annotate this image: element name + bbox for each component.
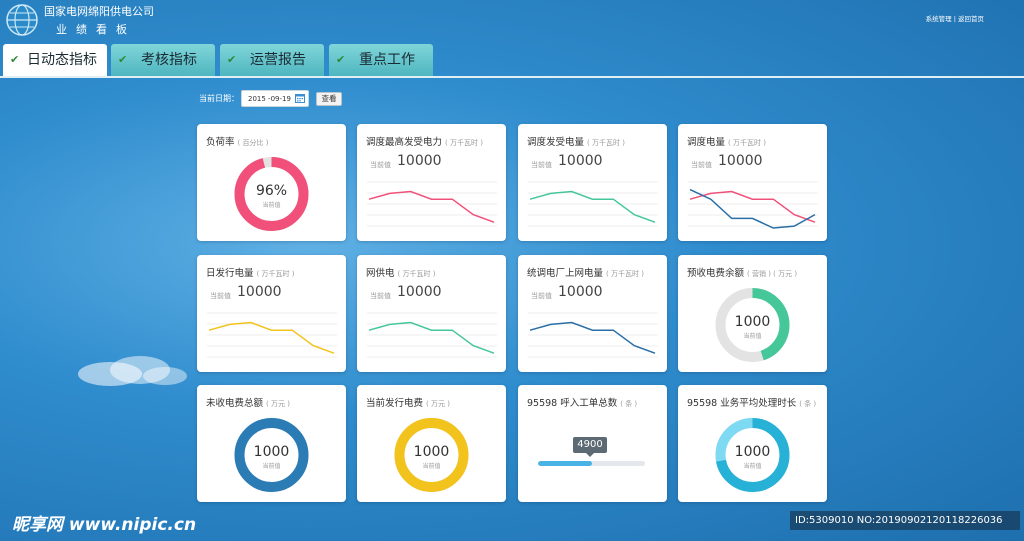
donut-center: 1000 当前值 — [678, 314, 827, 340]
kpi-card: 调度发受电量( 万千瓦时 ) 当前值 10000 — [518, 124, 667, 241]
kpi-card: 负荷率( 百分比 ) 96% 当前值 — [197, 124, 346, 241]
check-icon: ✔ — [10, 53, 20, 66]
calendar-icon[interactable] — [295, 93, 305, 103]
tab-daily-indicators[interactable]: ✔ 日动态指标 — [3, 44, 107, 77]
series-line — [368, 190, 495, 223]
donut-value: 96% — [255, 183, 288, 199]
donut-center: 1000 当前值 — [357, 444, 506, 470]
progress-track — [538, 461, 645, 466]
donut-value-label: 当前值 — [743, 333, 762, 340]
card-chart — [367, 312, 497, 358]
series-line — [368, 321, 495, 354]
card-chart — [207, 312, 337, 358]
card-chart — [367, 181, 497, 227]
check-icon: ✔ — [336, 53, 346, 66]
progress-fill — [538, 461, 592, 466]
series-line — [529, 190, 656, 223]
donut-value-label: 当前值 — [743, 463, 762, 470]
image-id-bar: ID:5309010 NO:20190902120118226036 — [790, 511, 1020, 530]
card-unit: ( 条 ) — [620, 400, 638, 408]
link-separator: | — [953, 15, 956, 23]
kpi-card: 调度最高发受电力( 万千瓦时 ) 当前值 10000 — [357, 124, 506, 241]
kpi-card: 统调电厂上网电量( 万千瓦时 ) 当前值 10000 — [518, 255, 667, 372]
watermark-brand: 昵享网 www.nipic.cn — [12, 515, 197, 535]
check-icon: ✔ — [227, 53, 237, 66]
card-chart — [528, 181, 658, 227]
kpi-card: 预收电费余额( 营销 ) ( 万元 ) 1000 当前值 — [678, 255, 827, 372]
check-icon: ✔ — [118, 53, 128, 66]
series-line — [689, 188, 816, 229]
system-admin-link[interactable]: 系统管理 — [926, 15, 952, 23]
kpi-card: 调度电量( 万千瓦时 ) 当前值 10000 — [678, 124, 827, 241]
tab-label: 考核指标 — [141, 52, 197, 68]
card-chart — [688, 181, 818, 229]
card-chart — [528, 312, 658, 358]
kpi-card: 当前发行电费( 万元 ) 1000 当前值 — [357, 385, 506, 502]
donut-value-label: 当前值 — [422, 463, 441, 470]
donut-value: 1000 — [734, 314, 771, 330]
date-label: 当前日期： — [199, 94, 239, 103]
kpi-card: 日发行电量( 万千瓦时 ) 当前值 10000 — [197, 255, 346, 372]
donut-center: 1000 当前值 — [197, 444, 346, 470]
tab-operation-report[interactable]: ✔ 运营报告 — [220, 44, 324, 76]
globe-logo-icon — [6, 4, 38, 36]
company-name: 国家电网绵阳供电公司 — [44, 5, 154, 18]
donut-center: 1000 当前值 — [678, 444, 827, 470]
tab-label: 日动态指标 — [27, 52, 97, 68]
kpi-card: 95598 业务平均处理时长( 条 ) 1000 当前值 — [678, 385, 827, 502]
progress-tooltip: 4900 — [573, 437, 607, 457]
query-button[interactable]: 查看 — [316, 92, 342, 106]
tab-assessment[interactable]: ✔ 考核指标 — [111, 44, 215, 76]
series-line — [529, 321, 656, 354]
donut-value: 1000 — [253, 444, 290, 460]
card-title-text: 95598 呼入工单总数 — [527, 398, 618, 409]
donut-value: 1000 — [413, 444, 450, 460]
tab-underline — [0, 76, 1024, 78]
tab-bar: ✔ 日动态指标 ✔ 考核指标 ✔ 运营报告 ✔ 重点工作 — [0, 44, 1024, 77]
donut-center: 96% 当前值 — [197, 183, 346, 209]
cloud-decoration — [78, 356, 187, 386]
board-subtitle: 业绩看板 — [56, 23, 136, 36]
top-bar: 国家电网绵阳供电公司 业绩看板 系统管理 | 返回首页 — [0, 0, 1024, 44]
donut-value: 1000 — [734, 444, 771, 460]
back-home-link[interactable]: 返回首页 — [958, 15, 984, 23]
series-line — [208, 321, 335, 354]
donut-value-label: 当前值 — [262, 202, 281, 209]
kpi-card: 未收电费总额( 万元 ) 1000 当前值 — [197, 385, 346, 502]
tab-label: 运营报告 — [250, 52, 306, 68]
kpi-card: 95598 呼入工单总数( 条 ) 4900 — [518, 385, 667, 502]
card-title: 95598 呼入工单总数( 条 ) — [527, 395, 637, 409]
donut-value-label: 当前值 — [262, 463, 281, 470]
series-line — [689, 190, 816, 223]
tab-label: 重点工作 — [359, 52, 415, 68]
tab-key-work[interactable]: ✔ 重点工作 — [329, 44, 433, 76]
top-links: 系统管理 | 返回首页 — [926, 13, 984, 23]
kpi-card: 网供电( 万千瓦时 ) 当前值 10000 — [357, 255, 506, 372]
